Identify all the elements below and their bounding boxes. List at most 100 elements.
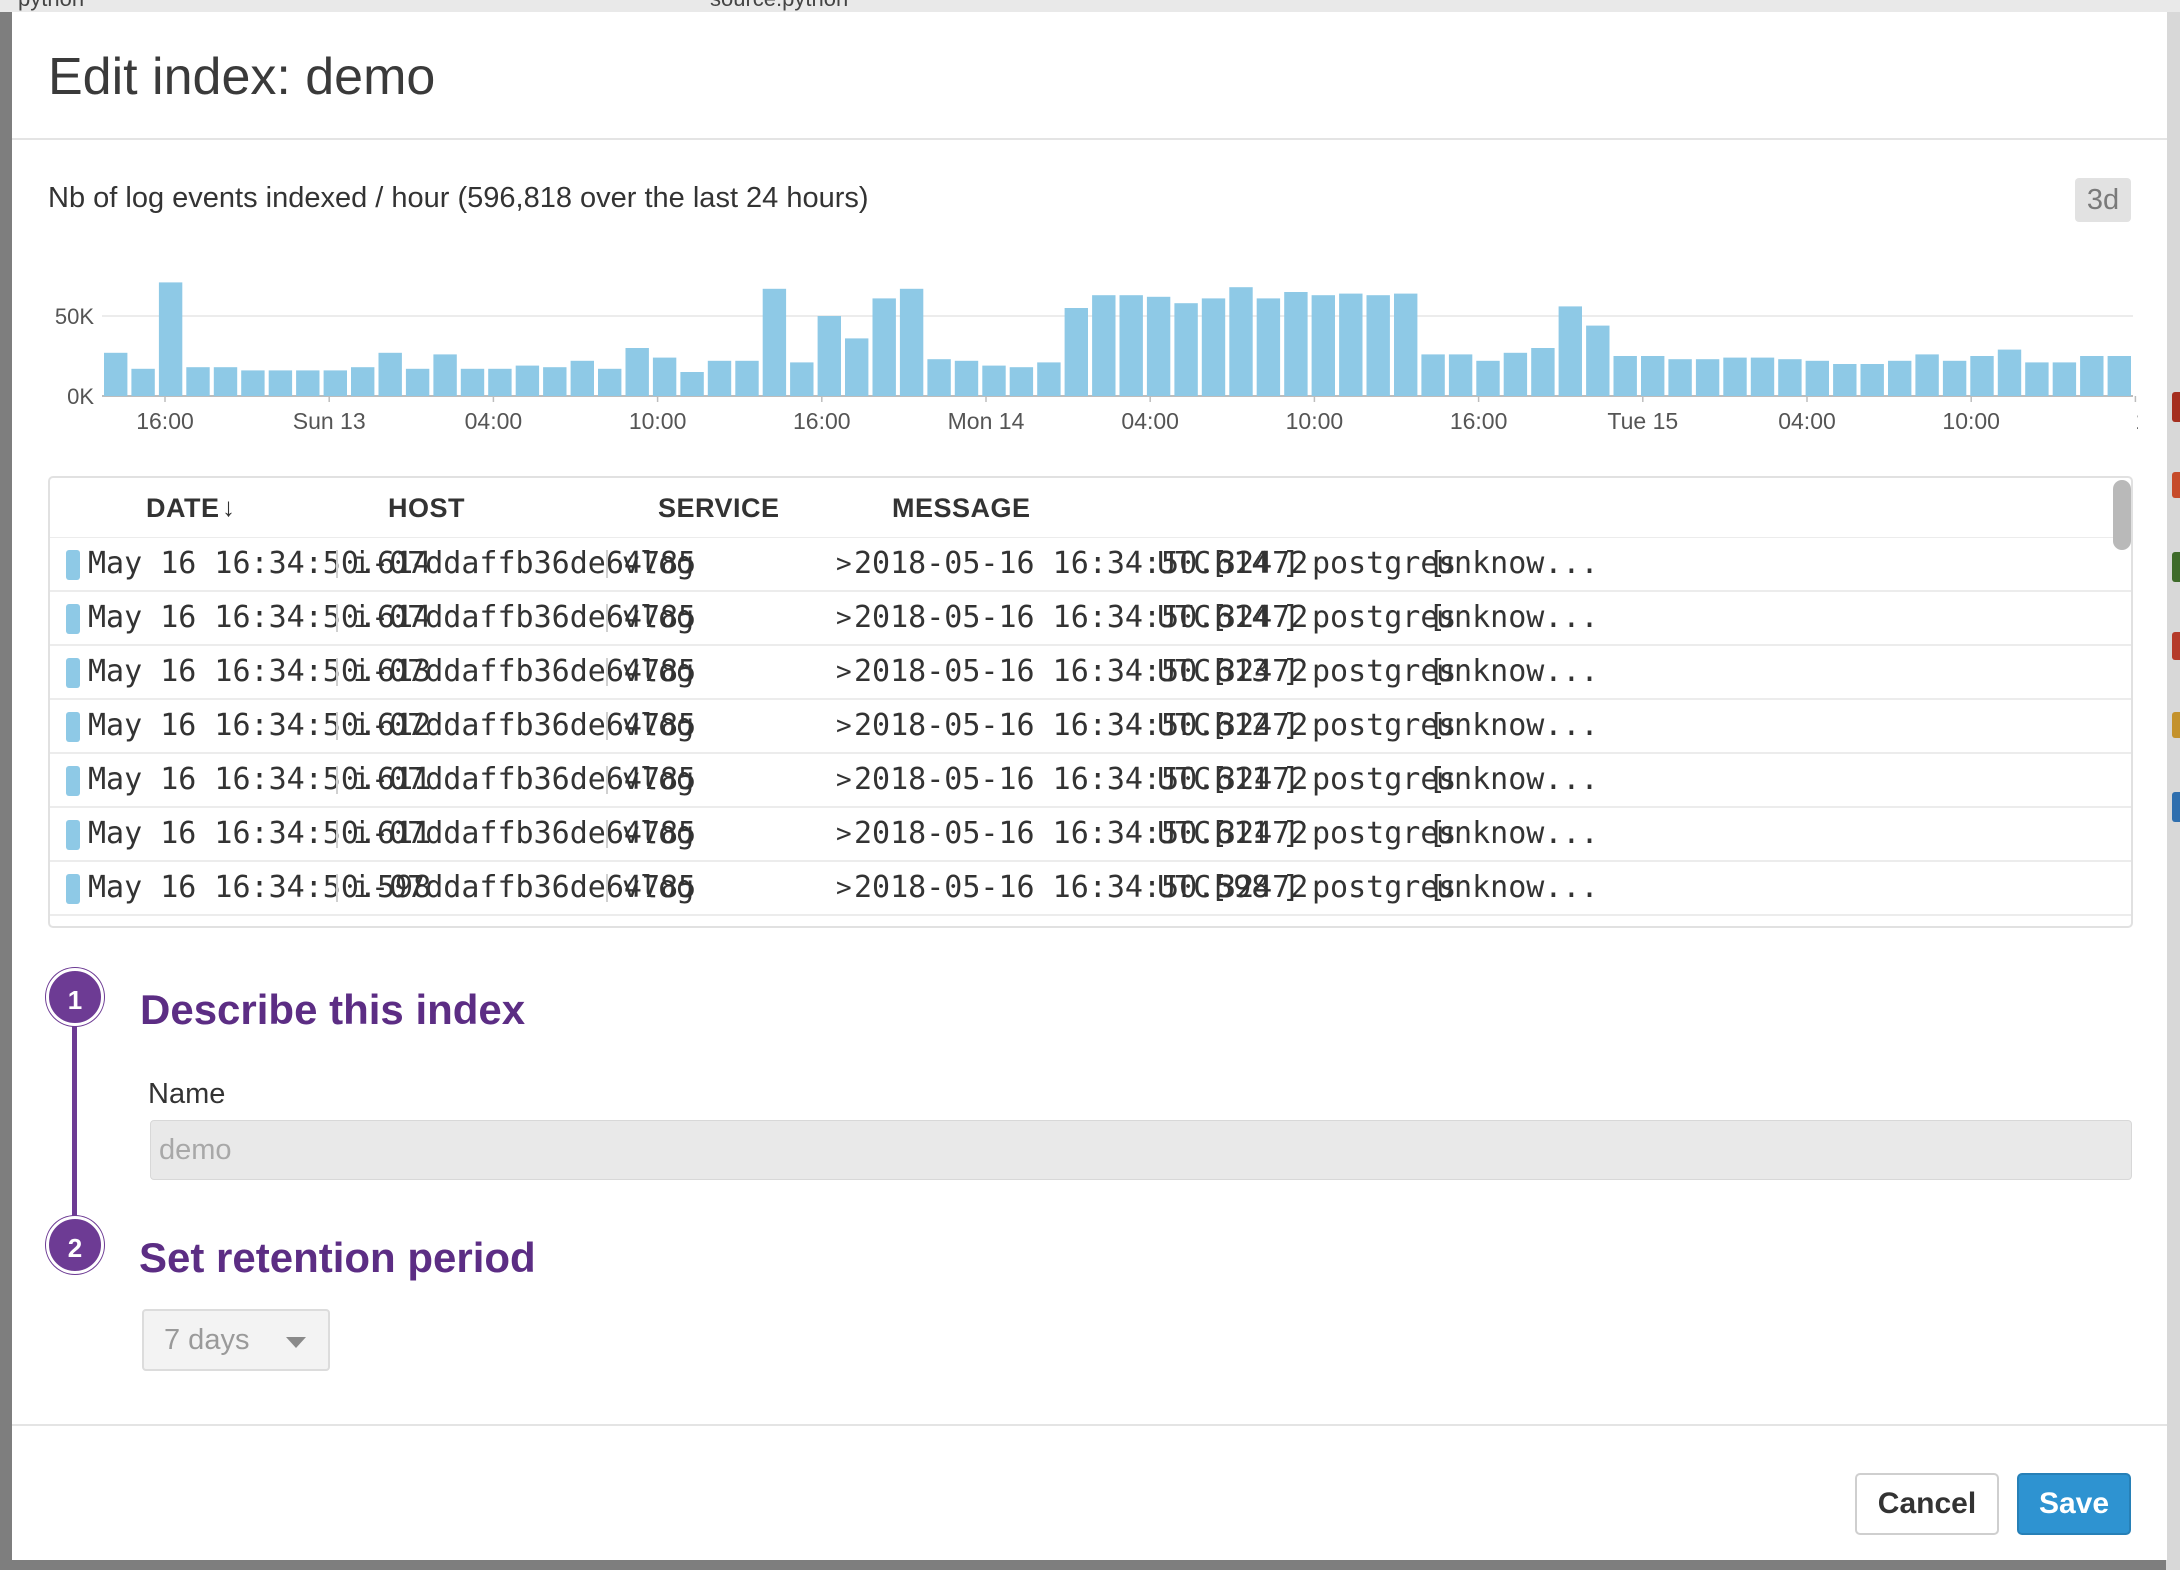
chart-bar[interactable] — [845, 338, 869, 396]
chart-bar[interactable] — [625, 348, 649, 396]
chart-bar[interactable] — [186, 367, 210, 396]
chart-bar[interactable] — [1092, 295, 1116, 396]
cell-service: vlog — [622, 870, 695, 905]
chart-bar[interactable] — [1119, 295, 1143, 396]
column-header-message[interactable]: MESSAGE — [892, 478, 1031, 538]
chart-bar[interactable] — [241, 370, 265, 396]
chart-bar[interactable] — [1201, 298, 1226, 396]
chart-bar[interactable] — [1476, 360, 1500, 396]
chart-bar[interactable] — [1366, 295, 1390, 396]
chart-bar[interactable] — [1970, 356, 1994, 396]
chart-bar[interactable] — [158, 282, 183, 396]
table-row[interactable]: May 16 16:34:50.614 i-07ddaffb36de64785 vl… — [50, 592, 2131, 646]
chart-bar[interactable] — [2080, 356, 2104, 396]
chart-bar[interactable] — [570, 360, 594, 396]
chart-bar[interactable] — [1174, 303, 1198, 396]
column-header-host[interactable]: HOST — [388, 478, 465, 538]
chart-bar[interactable] — [1311, 295, 1335, 396]
chart-bar[interactable] — [982, 365, 1006, 396]
chart-bar[interactable] — [2107, 356, 2131, 396]
expand-chevron-icon[interactable]: > — [836, 646, 852, 698]
chart-bar[interactable] — [1915, 354, 1939, 396]
chart-bar[interactable] — [268, 370, 293, 396]
arrow-down-icon[interactable]: ↓ — [222, 478, 235, 536]
chart-bar[interactable] — [707, 360, 732, 396]
chart-bar[interactable] — [104, 352, 128, 396]
chart-bar[interactable] — [652, 357, 677, 396]
time-range-button[interactable]: 3d — [2075, 178, 2131, 222]
column-header-date[interactable]: DATE — [146, 478, 220, 538]
chart-bar[interactable] — [1037, 362, 1061, 396]
chart-bar[interactable] — [1750, 357, 1775, 396]
chart-bar[interactable] — [1860, 364, 1884, 396]
chart-bar[interactable] — [543, 367, 567, 396]
chart-bar[interactable] — [1146, 296, 1171, 396]
chart-bar[interactable] — [817, 316, 841, 396]
expand-chevron-icon[interactable]: > — [836, 808, 852, 860]
chart-bar[interactable] — [1586, 325, 1610, 396]
chart-bar[interactable] — [1805, 360, 1829, 396]
chart-bar[interactable] — [735, 360, 759, 396]
chart-bar[interactable] — [351, 367, 375, 396]
chart-bar[interactable] — [1339, 293, 1363, 396]
table-row[interactable]: May 16 16:34:50.598 i-07ddaffb36de64785 vl… — [50, 862, 2131, 916]
table-row[interactable]: May 16 16:34:50.611 i-07ddaffb36de64785 vl… — [50, 754, 2131, 808]
chart-bar[interactable] — [1778, 359, 1802, 396]
chart-bar[interactable] — [1942, 360, 1967, 396]
chart-bar[interactable] — [323, 370, 347, 396]
chart-bar[interactable] — [1421, 354, 1445, 396]
chart-bar[interactable] — [433, 354, 457, 396]
table-row[interactable]: May 16 16:34:50.612 i-07ddaffb36de64785 vl… — [50, 700, 2131, 754]
name-field[interactable]: demo — [150, 1120, 2132, 1180]
chart-bar[interactable] — [1229, 287, 1253, 396]
chart-bar[interactable] — [1723, 357, 1747, 396]
expand-chevron-icon[interactable]: > — [836, 592, 852, 644]
table-row[interactable]: May 16 16:34:50.614 i-07ddaffb36de64785 vl… — [50, 538, 2131, 592]
chart-bar[interactable] — [378, 352, 402, 396]
chart-bar[interactable] — [515, 365, 540, 396]
chart-bar[interactable] — [1284, 292, 1308, 396]
chart-bar[interactable] — [762, 288, 787, 396]
chart-bar[interactable] — [2025, 362, 2049, 396]
chart-bar[interactable] — [1641, 356, 1665, 396]
chart-bar[interactable] — [954, 360, 979, 396]
expand-chevron-icon[interactable]: > — [836, 700, 852, 752]
chart-bar[interactable] — [680, 372, 704, 396]
chart-bar[interactable] — [1448, 354, 1473, 396]
chart-bar[interactable] — [2052, 362, 2077, 396]
chart-bar[interactable] — [1531, 348, 1555, 396]
chart-bar[interactable] — [1503, 352, 1528, 396]
expand-chevron-icon[interactable]: > — [836, 862, 852, 914]
expand-chevron-icon[interactable]: > — [836, 538, 852, 590]
chart-bar[interactable] — [405, 368, 430, 396]
chart-bar[interactable] — [296, 370, 320, 396]
chart-bar[interactable] — [1394, 293, 1418, 396]
chart-bar[interactable] — [790, 362, 814, 396]
chart-bar[interactable] — [460, 368, 485, 396]
chart-bar[interactable] — [1695, 359, 1720, 396]
retention-period-select[interactable]: 7 days — [142, 1309, 330, 1371]
column-header-service[interactable]: SERVICE — [658, 478, 780, 538]
chart-bar[interactable] — [1256, 298, 1281, 396]
chart-bar[interactable] — [213, 367, 238, 396]
table-row[interactable]: May 16 16:34:50.613 i-07ddaffb36de64785 vl… — [50, 646, 2131, 700]
chart-bar[interactable] — [1888, 360, 1912, 396]
chart-bar[interactable] — [1064, 308, 1088, 396]
save-button[interactable]: Save — [2017, 1473, 2131, 1535]
chart-bar[interactable] — [1668, 359, 1692, 396]
chart-bar[interactable] — [598, 368, 622, 396]
expand-chevron-icon[interactable]: > — [836, 754, 852, 806]
chart-bar[interactable] — [899, 288, 924, 396]
chart-bar[interactable] — [131, 368, 155, 396]
table-row[interactable]: May 16 16:34:50.611 i-07ddaffb36de64785 vl… — [50, 808, 2131, 862]
chart-bar[interactable] — [1997, 349, 2022, 396]
cancel-button[interactable]: Cancel — [1855, 1473, 1999, 1535]
chart-bar[interactable] — [488, 368, 512, 396]
chart-bar[interactable] — [1009, 367, 1034, 396]
chart-bar[interactable] — [1558, 306, 1582, 396]
table-scrollbar[interactable] — [2113, 480, 2131, 550]
chart-bar[interactable] — [872, 298, 896, 396]
chart-bar[interactable] — [927, 359, 951, 396]
chart-bar[interactable] — [1613, 356, 1637, 396]
chart-bar[interactable] — [1833, 364, 1857, 396]
